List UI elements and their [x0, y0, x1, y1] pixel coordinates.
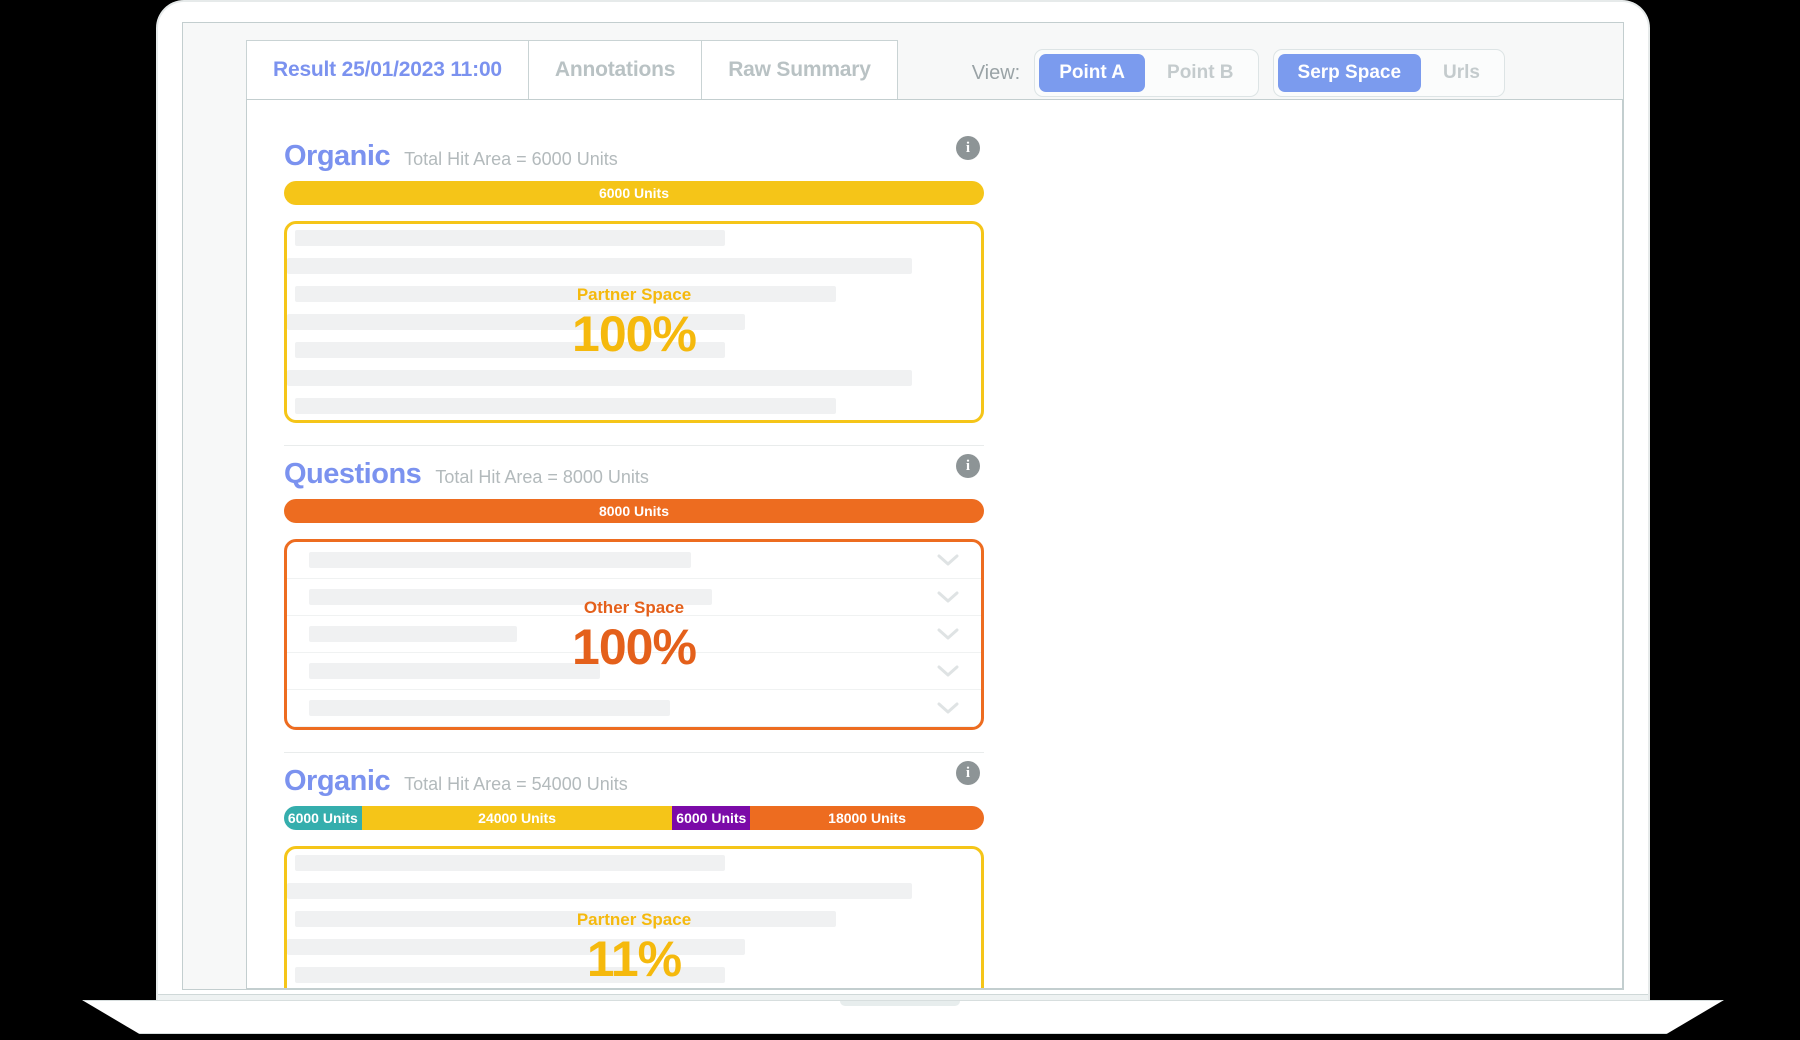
skeleton-row — [287, 364, 981, 392]
result-card: Partner Space 11% — [284, 846, 984, 988]
skeleton-bar — [309, 663, 601, 679]
section-header: Organic Total Hit Area = 6000 Units i — [284, 128, 984, 179]
info-icon[interactable]: i — [956, 761, 980, 785]
skeleton-row — [287, 933, 981, 961]
units-segment-2[interactable]: 24000 Units — [361, 806, 673, 830]
view-point-button-2[interactable]: Point B — [1147, 54, 1254, 92]
skeleton-bar — [295, 911, 837, 927]
skeleton-row — [287, 653, 981, 690]
tab-2[interactable]: Annotations — [528, 40, 703, 99]
skeleton-rows — [287, 542, 981, 727]
skeleton-row — [287, 392, 981, 420]
units-segment-1[interactable]: 6000 Units — [284, 181, 984, 205]
chevron-down-icon[interactable] — [937, 627, 959, 641]
chevron-down-icon[interactable] — [937, 701, 959, 715]
skeleton-bar — [295, 398, 837, 414]
skeleton-rows — [287, 849, 981, 988]
skeleton-row — [287, 616, 981, 653]
info-icon[interactable]: i — [956, 136, 980, 160]
section-header: Questions Total Hit Area = 8000 Units i — [284, 446, 984, 497]
skeleton-row — [287, 252, 981, 280]
skeleton-row — [287, 224, 981, 252]
view-space-button-2[interactable]: Urls — [1423, 54, 1500, 92]
skeleton-bar — [287, 883, 912, 899]
chevron-down-icon[interactable] — [937, 590, 959, 604]
units-bar: 6000 Units 24000 Units 6000 Units 18000 Uni… — [284, 806, 984, 830]
view-label: View: — [971, 61, 1021, 84]
units-bar: 8000 Units — [284, 499, 984, 523]
units-segment-3[interactable]: 6000 Units — [672, 806, 751, 830]
info-icon[interactable]: i — [956, 454, 980, 478]
skeleton-bar — [295, 855, 726, 871]
skeleton-bar — [309, 589, 712, 605]
skeleton-bar — [295, 967, 726, 983]
section-subtitle: Total Hit Area = 8000 Units — [435, 467, 649, 487]
skeleton-row — [287, 308, 981, 336]
skeleton-row — [287, 961, 981, 988]
skeleton-row — [287, 280, 981, 308]
tabstrip-row: Result 25/01/2023 11:00 Annotations Raw Su… — [183, 23, 1623, 101]
section-title: Organic — [284, 140, 391, 172]
chevron-down-icon[interactable] — [937, 664, 959, 678]
result-card: Partner Space 100% — [284, 221, 984, 423]
skeleton-bar — [295, 286, 837, 302]
skeleton-bar — [287, 314, 746, 330]
skeleton-bar — [287, 258, 912, 274]
point-toggle-group: Point A Point B — [1034, 49, 1259, 97]
app-viewport: Result 25/01/2023 11:00 Annotations Raw Su… — [182, 22, 1624, 990]
skeleton-bar — [295, 230, 726, 246]
report-column: Organic Total Hit Area = 6000 Units i 6000 … — [284, 100, 984, 988]
units-segment-1[interactable]: 8000 Units — [284, 499, 984, 523]
skeleton-bar — [287, 939, 746, 955]
result-card: Other Space 100% — [284, 539, 984, 730]
tab-bar: Result 25/01/2023 11:00 Annotations Raw Su… — [246, 40, 898, 99]
tab-3[interactable]: Raw Summary — [702, 40, 898, 99]
skeleton-bar — [309, 626, 518, 642]
skeleton-rows — [287, 224, 981, 420]
skeleton-bar — [309, 552, 691, 568]
tab-1[interactable]: Result 25/01/2023 11:00 — [246, 40, 529, 99]
report-section-2: Questions Total Hit Area = 8000 Units i 800… — [284, 445, 984, 730]
section-subtitle: Total Hit Area = 6000 Units — [404, 149, 618, 169]
skeleton-row — [287, 542, 981, 579]
space-toggle-group: Serp Space Urls — [1272, 49, 1505, 97]
skeleton-row — [287, 690, 981, 727]
skeleton-row — [287, 905, 981, 933]
skeleton-bar — [287, 370, 912, 386]
laptop-base-notch — [840, 1001, 960, 1006]
section-title: Questions — [284, 458, 422, 490]
skeleton-row — [287, 336, 981, 364]
view-point-button-1[interactable]: Point A — [1039, 54, 1146, 92]
report-section-3: Organic Total Hit Area = 54000 Units i 6000… — [284, 752, 984, 988]
chevron-down-icon[interactable] — [937, 553, 959, 567]
units-bar: 6000 Units — [284, 181, 984, 205]
view-space-button-1[interactable]: Serp Space — [1277, 54, 1422, 92]
skeleton-bar — [295, 342, 726, 358]
section-title: Organic — [284, 765, 391, 797]
section-header: Organic Total Hit Area = 54000 Units i — [284, 753, 984, 804]
skeleton-row — [287, 579, 981, 616]
units-segment-4[interactable]: 18000 Units — [750, 806, 984, 830]
view-controls: View: Point A Point B Serp Space Urls — [972, 49, 1505, 97]
skeleton-bar — [309, 700, 670, 716]
units-segment-1[interactable]: 6000 Units — [284, 806, 362, 830]
section-subtitle: Total Hit Area = 54000 Units — [404, 774, 628, 794]
screenshot-root: Result 25/01/2023 11:00 Annotations Raw Su… — [0, 0, 1800, 1040]
report-section-1: Organic Total Hit Area = 6000 Units i 6000 … — [284, 128, 984, 423]
content-panel: Organic Total Hit Area = 6000 Units i 6000 … — [246, 99, 1623, 989]
skeleton-row — [287, 849, 981, 877]
skeleton-row — [287, 877, 981, 905]
